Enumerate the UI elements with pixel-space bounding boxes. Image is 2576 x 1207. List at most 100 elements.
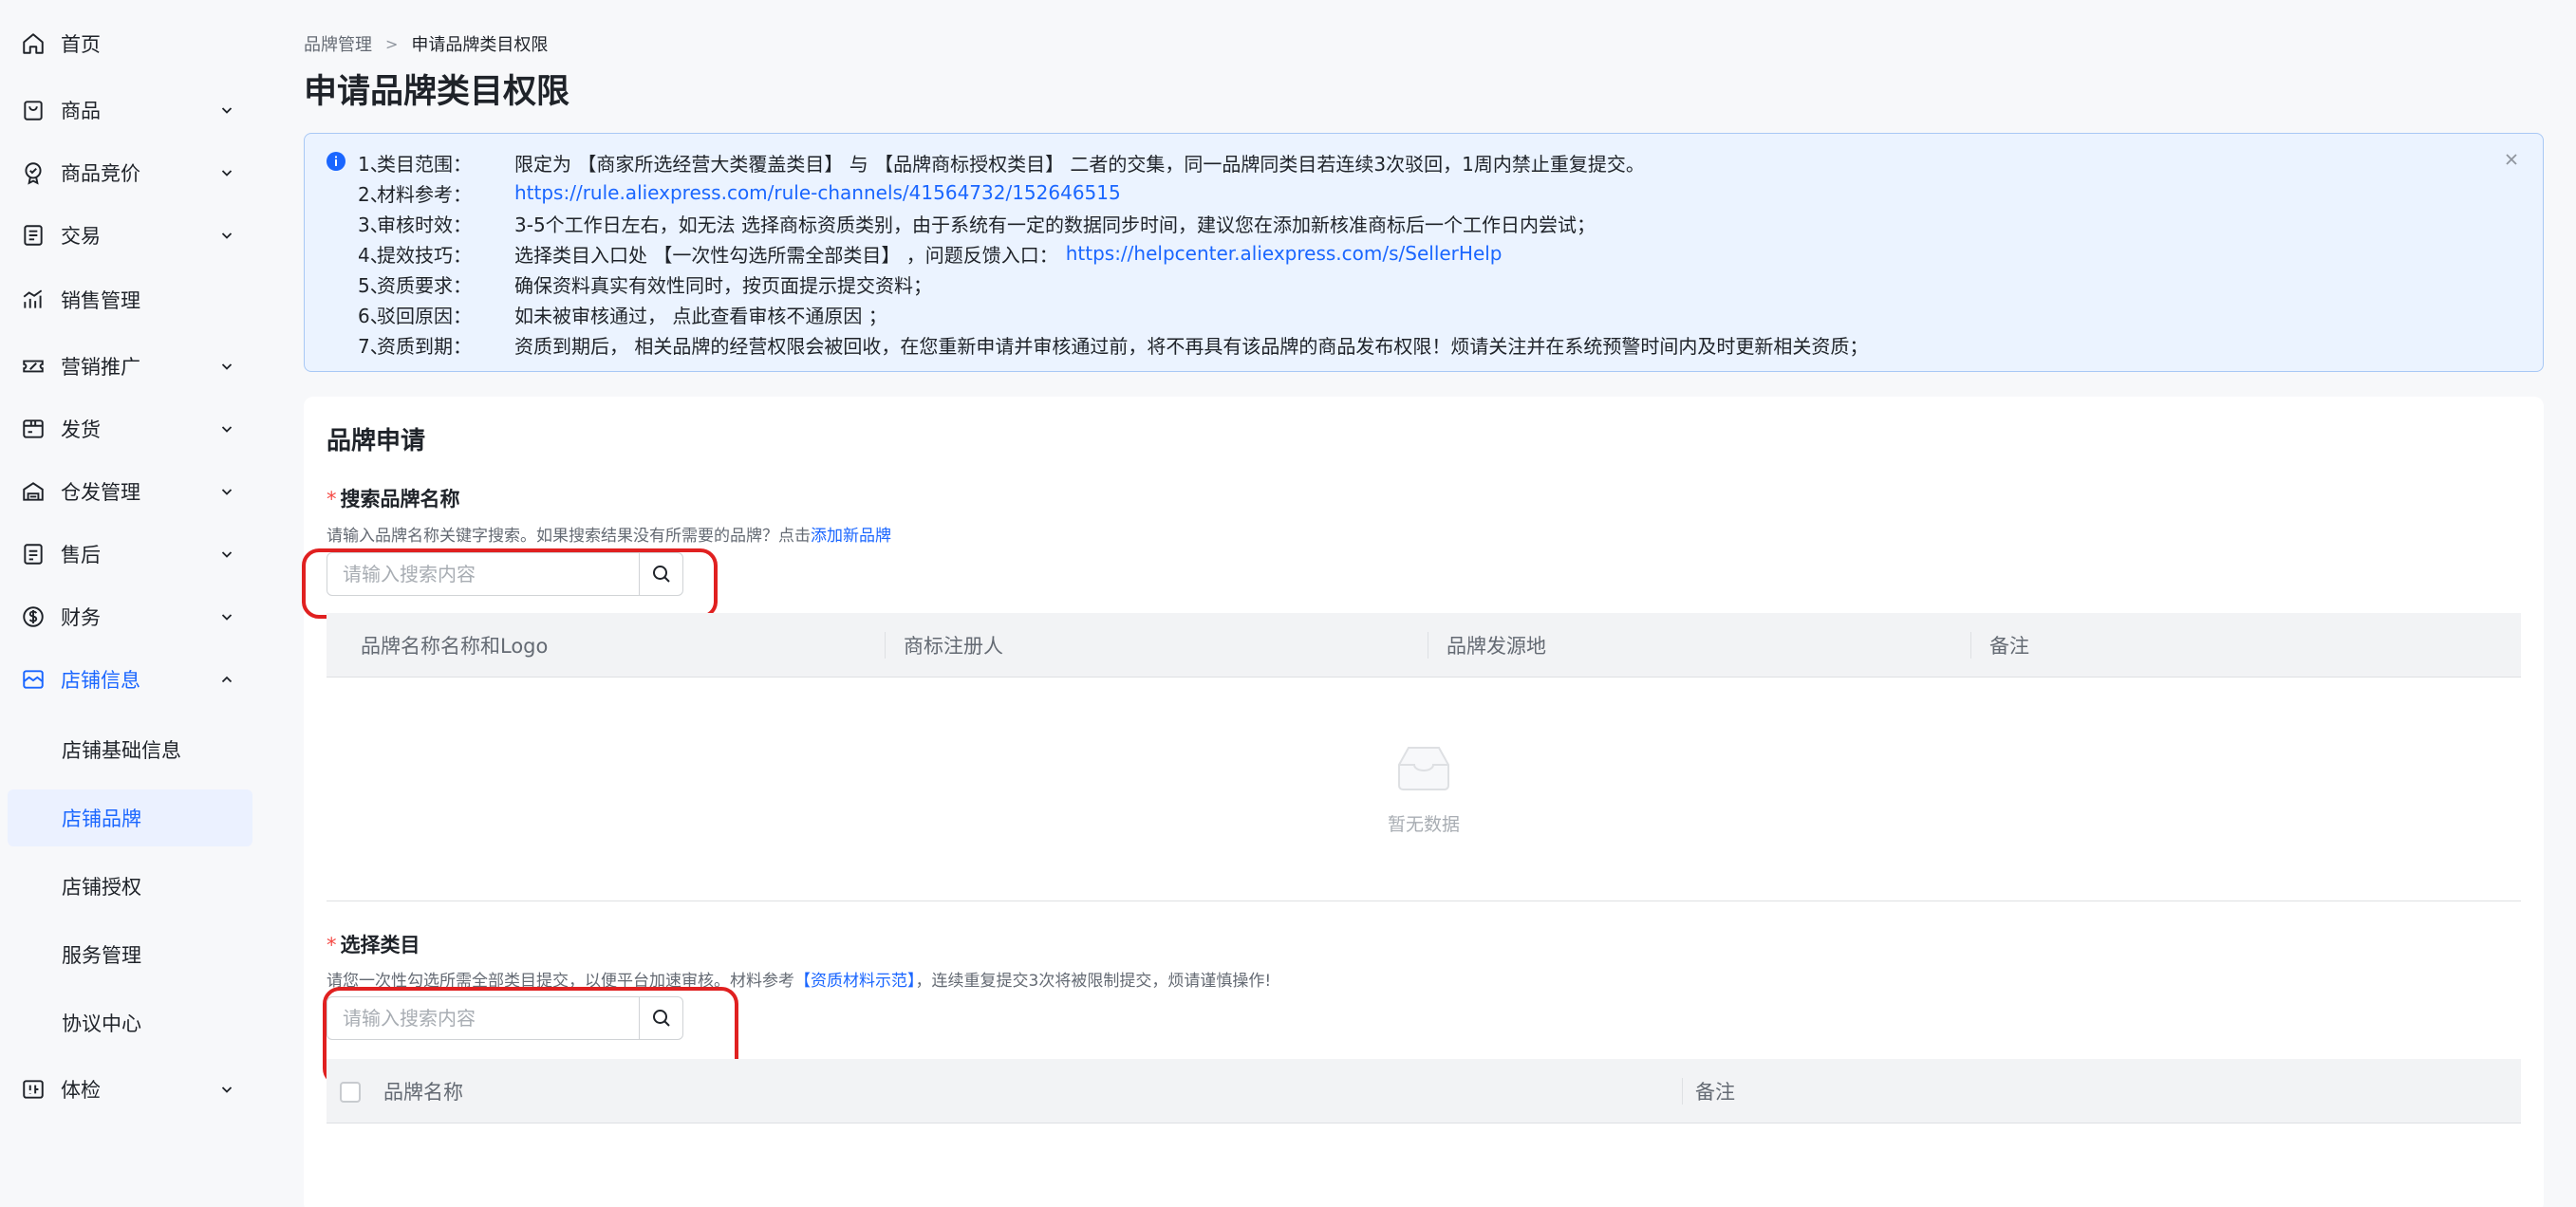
sidebar-item-trade[interactable]: 交易 <box>8 207 252 264</box>
sidebar-item-label: 财务 <box>61 606 101 629</box>
sidebar-item-label: 体检 <box>61 1079 101 1102</box>
notice-line-heading: 资质到期： <box>377 334 472 358</box>
notice-line-heading: 类目范围： <box>377 152 472 176</box>
sidebar-subitem-store-brand[interactable]: 店铺品牌 <box>8 789 252 846</box>
sidebar-item-products[interactable]: 商品 <box>8 82 252 139</box>
sidebar-item-product-bidding[interactable]: 商品竞价 <box>8 144 252 201</box>
sidebar-item-after-sales[interactable]: 售后 <box>8 526 252 583</box>
section-title: 品牌申请 <box>327 427 426 455</box>
search-icon[interactable] <box>639 997 682 1039</box>
chevron-up-icon <box>218 671 235 688</box>
brand-search-input[interactable] <box>327 553 639 595</box>
sidebar-subitem-store-authorization[interactable]: 店铺授权 <box>8 858 252 915</box>
sidebar-item-marketing[interactable]: 营销推广 <box>8 338 252 395</box>
brand-search-hint: 请输入品牌名称关键字搜索。如果搜索结果没有所需要的品牌？点击添加新品牌 <box>327 522 891 546</box>
chevron-down-icon <box>218 483 235 500</box>
breadcrumb: 品牌管理 > 申请品牌类目权限 <box>304 31 548 56</box>
notice-line-text: 如未被审核通过， 点此查看审核不通原因 ； <box>514 304 887 327</box>
shopping-bag-icon <box>19 96 47 124</box>
notice-line-heading: 驳回原因： <box>377 304 472 327</box>
add-new-brand-link[interactable]: 添加新品牌 <box>811 527 891 546</box>
check-badge-icon <box>19 158 47 187</box>
chevron-down-icon <box>218 420 235 437</box>
column-header: 商标注册人 <box>904 635 1003 658</box>
notice-line-number: 7、 <box>358 334 389 358</box>
sidebar-item-store-info[interactable]: 店铺信息 <box>8 651 252 708</box>
empty-inbox-icon <box>1398 747 1449 790</box>
brand-search-label: * 搜索品牌名称 <box>327 484 460 512</box>
breadcrumb-parent-link[interactable]: 品牌管理 <box>304 31 372 56</box>
info-icon <box>326 151 346 172</box>
sidebar-item-label: 商品竞价 <box>61 162 140 185</box>
notice-line-number: 2、 <box>358 182 389 206</box>
notice-line: 2、 材料参考： https://rule.aliexpress.com/rul… <box>358 179 1121 206</box>
notice-line-text: 限定为 【商家所选经营大类覆盖类目】 与 【品牌商标授权类目】 二者的交集，同一… <box>514 152 1645 176</box>
select-all-checkbox[interactable] <box>340 1082 361 1103</box>
sidebar-item-home[interactable]: 首页 <box>8 15 252 72</box>
search-icon[interactable] <box>639 553 682 595</box>
home-icon <box>19 29 47 58</box>
notice-line-heading: 材料参考： <box>377 182 472 206</box>
sidebar-item-label: 交易 <box>61 225 101 248</box>
sidebar-item-label: 销售管理 <box>61 289 140 312</box>
column-header: 备注 <box>1989 635 2029 658</box>
close-icon[interactable] <box>2501 149 2522 170</box>
sidebar-subitem-label: 服务管理 <box>62 944 141 967</box>
sidebar-item-label: 营销推广 <box>61 356 140 379</box>
bar-chart-icon <box>19 286 47 314</box>
chevron-down-icon <box>218 1081 235 1098</box>
sidebar-item-label: 仓发管理 <box>61 481 140 504</box>
store-icon <box>19 665 47 694</box>
ticket-icon <box>19 352 47 381</box>
notice-line-heading: 审核时效： <box>377 213 472 236</box>
column-header: 品牌发源地 <box>1447 635 1546 658</box>
sidebar-item-health-check[interactable]: 体检 <box>8 1061 252 1118</box>
category-table-header: 品牌名称 备注 <box>327 1059 2521 1123</box>
package-icon <box>19 415 47 443</box>
breadcrumb-separator-icon: > <box>385 34 399 53</box>
chevron-down-icon <box>218 227 235 244</box>
notice-line-number: 5、 <box>358 273 389 297</box>
brand-application-card: 品牌申请 * 搜索品牌名称 请输入品牌名称关键字搜索。如果搜索结果没有所需要的品牌… <box>302 397 2544 1207</box>
sidebar-item-finance[interactable]: 财务 <box>8 588 252 645</box>
column-divider <box>885 632 886 659</box>
notice-banner: 1、 类目范围： 限定为 【商家所选经营大类覆盖类目】 与 【品牌商标授权类目】… <box>304 133 2544 372</box>
chevron-down-icon <box>218 608 235 625</box>
chevron-down-icon <box>218 102 235 119</box>
sidebar: 首页 商品 商品竞价 交易 销售管理 营销推广 发货 仓发管理 售后 财务 店铺… <box>0 0 258 1207</box>
chevron-down-icon <box>218 358 235 375</box>
column-header: 品牌名称 <box>383 1081 463 1104</box>
sidebar-item-warehouse[interactable]: 仓发管理 <box>8 463 252 520</box>
empty-text: 暂无数据 <box>1387 814 1460 835</box>
column-divider <box>1682 1078 1683 1105</box>
sidebar-item-label: 商品 <box>61 100 101 122</box>
sidebar-item-shipping[interactable]: 发货 <box>8 400 252 457</box>
notice-line-text: 确保资料真实有效性同时，按页面提示提交资料； <box>514 273 932 297</box>
health-check-icon <box>19 1075 47 1104</box>
dollar-circle-icon <box>19 603 47 631</box>
sidebar-subitem-label: 店铺品牌 <box>62 808 141 830</box>
category-label: * 选择类目 <box>327 930 420 958</box>
material-example-link[interactable]: 【资质材料示范】 <box>794 972 916 991</box>
notice-line: 6、 驳回原因： 如未被审核通过， 点此查看审核不通原因 ； <box>358 301 887 327</box>
notice-line-heading: 资质要求： <box>377 273 472 297</box>
rule-reference-link[interactable]: https://rule.aliexpress.com/rule-channel… <box>514 181 1121 204</box>
notice-line-number: 1、 <box>358 152 389 176</box>
brand-table-empty-state: 暂无数据 <box>327 678 2521 901</box>
sidebar-subitem-label: 店铺基础信息 <box>62 739 181 762</box>
sidebar-item-sales-management[interactable]: 销售管理 <box>8 271 252 328</box>
notice-line-number: 6、 <box>358 304 389 327</box>
notice-line: 5、 资质要求： 确保资料真实有效性同时，按页面提示提交资料； <box>358 270 932 297</box>
sidebar-subitem-store-basic-info[interactable]: 店铺基础信息 <box>8 721 252 778</box>
help-center-link[interactable]: https://helpcenter.aliexpress.com/s/Sell… <box>1066 242 1503 265</box>
sidebar-subitem-service-management[interactable]: 服务管理 <box>8 926 252 983</box>
category-search-input[interactable] <box>327 997 639 1039</box>
notice-line-number: 4、 <box>358 243 389 267</box>
sidebar-subitem-agreement-center[interactable]: 协议中心 <box>8 994 252 1051</box>
notice-line: 7、 资质到期： 资质到期后， 相关品牌的经营权限会被回收，在您重新申请并审核通… <box>358 331 1868 358</box>
category-label-text: 选择类目 <box>340 934 420 956</box>
notice-line-text: 3-5个工作日左右，如无法 选择商标资质类别，由于系统有一定的数据同步时间，建议… <box>514 213 1596 236</box>
column-header: 品牌名称名称和Logo <box>361 635 549 658</box>
notice-line-heading: 提效技巧： <box>377 243 472 267</box>
notice-line-text: 选择类目入口处 【一次性勾选所需全部类目】 ，问题反馈入口： <box>514 243 1058 267</box>
